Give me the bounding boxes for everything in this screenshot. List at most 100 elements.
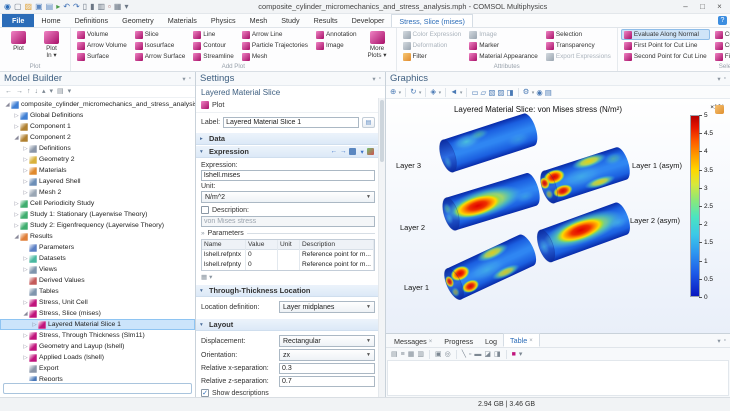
isosurface-button[interactable]: Isosurface <box>132 40 189 51</box>
tree-node-component-2[interactable]: ◢ Component 2 <box>0 132 195 143</box>
undo-button[interactable]: ↶ <box>63 1 70 13</box>
collapsed-arrow-icon[interactable]: ▷ <box>22 300 29 306</box>
collapsed-arrow-icon[interactable]: ▷ <box>31 322 38 328</box>
collapsed-arrow-icon[interactable]: ▷ <box>13 124 20 130</box>
parameters-expand-icon[interactable]: » <box>201 230 205 237</box>
panel-detach-icon[interactable]: ▫ <box>189 75 191 83</box>
tree-node-stress-unit-cell[interactable]: ▷ Stress, Unit Cell <box>0 297 195 308</box>
tree-node-materials[interactable]: ▷ Materials <box>0 165 195 176</box>
collapsed-arrow-icon[interactable]: ▷ <box>13 223 20 229</box>
ribbon-tab-stress-slice-mises[interactable]: Stress, Slice (mises) <box>391 14 473 27</box>
collapsed-arrow-icon[interactable]: ▷ <box>22 190 29 196</box>
select-button[interactable]: ◄ ▾ <box>450 85 462 100</box>
annotation-button[interactable]: Annotation <box>313 29 360 40</box>
storage-button[interactable]: ◪ <box>484 350 491 358</box>
panel-menu-icon[interactable]: ▾ <box>182 75 185 83</box>
collapsed-arrow-icon[interactable]: ▷ <box>22 333 29 339</box>
expanded-arrow-icon[interactable]: ◢ <box>22 311 29 317</box>
collapsed-arrow-icon[interactable]: ▷ <box>22 179 29 185</box>
insert-expression-icon[interactable] <box>349 148 357 155</box>
parameter-actions-icon[interactable]: ▦ <box>201 273 207 281</box>
prev-expression-icon[interactable]: ← <box>330 148 337 155</box>
collapsed-arrow-icon[interactable]: ▷ <box>22 355 29 361</box>
cut-line-direction-button[interactable]: Cut Line Direction <box>712 29 730 40</box>
rename-icon[interactable]: ▤ <box>362 117 375 128</box>
help-icon[interactable]: ? <box>718 16 727 25</box>
first-point-for-cut-plane-normal-button[interactable]: First Point for Cut Plane Normal <box>712 51 730 62</box>
selection-button[interactable]: Selection <box>543 29 614 40</box>
volume-button[interactable]: Volume <box>74 29 130 40</box>
surface-button[interactable]: Surface <box>74 51 130 62</box>
replace-expression-icon[interactable] <box>366 148 374 155</box>
tab-log[interactable]: Log <box>479 335 503 347</box>
location-definition-select[interactable]: Layer midplanes ▼ <box>279 301 375 313</box>
plot-table-button[interactable]: ■ <box>512 351 516 358</box>
parameters-table[interactable]: Name Value Unit Description lshell.refpntx 0 R… <box>201 239 375 271</box>
tree-node-geometry-2[interactable]: ▷ Geometry 2 <box>0 154 195 165</box>
collapsed-arrow-icon[interactable]: ▷ <box>22 267 29 273</box>
forward-button[interactable]: → <box>16 86 23 98</box>
section-data-header[interactable]: ▸ Data <box>196 132 385 145</box>
orthographic-button[interactable]: ▭ <box>471 86 478 99</box>
cylinder-layer-2-asym[interactable] <box>534 200 634 264</box>
clear-button[interactable]: ▫ <box>469 351 471 358</box>
expanded-arrow-icon[interactable]: ◢ <box>4 102 11 108</box>
tree-node-stress-slice-mises[interactable]: ◢ Stress, Slice (mises) <box>0 308 195 319</box>
perspective-button[interactable]: ▱ <box>481 86 487 99</box>
scene-light-button[interactable]: ▧ <box>488 86 495 99</box>
panel-menu-icon[interactable]: ▾ <box>717 75 720 83</box>
tree-node-composite-cylinder-micromechanics-and-stress-analysis-mph[interactable]: ◢ composite_cylinder_micromechanics_and_s… <box>0 99 195 110</box>
cylinder-layer-3[interactable] <box>436 111 541 174</box>
contour-button[interactable]: Contour <box>190 40 237 51</box>
model-manager-button[interactable]: ▦ <box>114 1 122 13</box>
close-icon[interactable]: × <box>429 339 433 345</box>
section-through-thickness-header[interactable]: ▾ Through-Thickness Location <box>196 284 385 297</box>
cylinder-layer-2[interactable] <box>439 171 543 232</box>
panel-menu-icon[interactable]: ▾ <box>717 337 720 345</box>
ribbon-tab-file[interactable]: File <box>2 14 35 27</box>
plot-in-button[interactable]: Plot In ▾ <box>36 29 67 61</box>
parameter-actions-caret-icon[interactable]: ▾ <box>209 273 212 281</box>
tree-node-datasets[interactable]: ▷ Datasets <box>0 253 195 264</box>
tree-node-component-1[interactable]: ▷ Component 1 <box>0 121 195 132</box>
collapse-all-button[interactable]: ▴ <box>42 86 46 98</box>
tree-node-parameters[interactable]: Parameters <box>0 242 195 253</box>
collapsed-arrow-icon[interactable]: ▷ <box>13 113 20 119</box>
close-button[interactable]: × <box>711 0 728 13</box>
ribbon-tab-developer[interactable]: Developer <box>345 14 392 27</box>
settings-scrollbar[interactable] <box>378 98 385 397</box>
import-button[interactable]: ▬ <box>474 351 481 358</box>
tree-node-reports[interactable]: Reports <box>0 374 195 381</box>
tree-node-geometry-and-layup-lshell[interactable]: ▷ Geometry and Layup (lshell) <box>0 341 195 352</box>
panel-detach-icon[interactable]: ▫ <box>724 337 726 345</box>
label-input[interactable] <box>223 117 359 128</box>
mesh-button[interactable]: Mesh <box>239 51 311 62</box>
insert-expression-caret-icon[interactable]: ▾ <box>360 148 363 156</box>
tree-node-layered-material-slice-1[interactable]: ▷ Layered Material Slice 1 <box>0 319 195 330</box>
export-button[interactable]: ◨ <box>494 350 501 358</box>
minimize-button[interactable]: – <box>677 0 694 13</box>
arrow-surface-button[interactable]: Arrow Surface <box>132 51 189 62</box>
draw-line-button[interactable]: ╲ <box>462 350 466 358</box>
back-button[interactable]: ← <box>5 86 12 98</box>
run-button[interactable]: ▸ <box>56 1 60 13</box>
tree-node-definitions[interactable]: ▷ Definitions <box>0 143 195 154</box>
duplicate-button[interactable]: ▥ <box>97 1 105 13</box>
panel-menu-icon[interactable]: ▾ <box>372 75 375 83</box>
collapsed-arrow-icon[interactable]: ▷ <box>13 212 20 218</box>
collapsed-arrow-icon[interactable]: ▷ <box>22 256 29 262</box>
ribbon-tab-home[interactable]: Home <box>34 14 67 27</box>
preferences-button[interactable]: ▥ <box>417 350 424 358</box>
tree-filter-input[interactable] <box>3 383 192 394</box>
tree-node-layered-shell[interactable]: ▷ Layered Shell <box>0 176 195 187</box>
update-plot-icon[interactable] <box>715 105 724 114</box>
tree-node-study-1-stationary-layerwise-theory[interactable]: ▷ Study 1: Stationary (Layerwise Theory) <box>0 209 195 220</box>
tree-node-mesh-2[interactable]: ▷ Mesh 2 <box>0 187 195 198</box>
arrow-line-button[interactable]: Arrow Line <box>239 29 311 40</box>
table-window-button[interactable]: ▣ <box>435 350 442 358</box>
maximize-button[interactable]: □ <box>694 0 711 13</box>
open-button[interactable]: ▨ <box>25 1 33 13</box>
tree-node-export[interactable]: Export <box>0 363 195 374</box>
image-button[interactable]: Image <box>313 40 360 51</box>
tree-node-global-definitions[interactable]: ▷ Global Definitions <box>0 110 195 121</box>
